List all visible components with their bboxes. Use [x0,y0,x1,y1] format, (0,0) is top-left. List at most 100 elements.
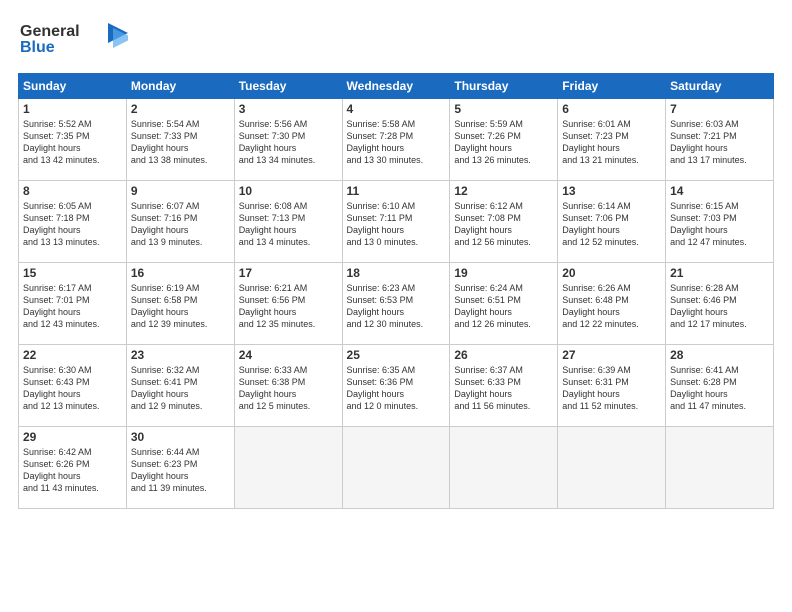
calendar-row: 22 Sunrise: 6:30 AMSunset: 6:43 PMDaylig… [19,345,774,427]
cell-info: Sunrise: 6:15 AMSunset: 7:03 PMDaylight … [670,201,747,247]
day-number: 13 [562,184,661,198]
calendar-cell: 29 Sunrise: 6:42 AMSunset: 6:26 PMDaylig… [19,427,127,509]
day-number: 21 [670,266,769,280]
calendar-cell: 25 Sunrise: 6:35 AMSunset: 6:36 PMDaylig… [342,345,450,427]
calendar-cell [342,427,450,509]
calendar-cell: 27 Sunrise: 6:39 AMSunset: 6:31 PMDaylig… [558,345,666,427]
day-number: 2 [131,102,230,116]
day-number: 17 [239,266,338,280]
day-number: 29 [23,430,122,444]
cell-info: Sunrise: 6:33 AMSunset: 6:38 PMDaylight … [239,365,311,411]
calendar-cell [558,427,666,509]
calendar-body: 1 Sunrise: 5:52 AMSunset: 7:35 PMDayligh… [19,99,774,509]
cell-info: Sunrise: 6:10 AMSunset: 7:11 PMDaylight … [347,201,419,247]
cell-info: Sunrise: 6:44 AMSunset: 6:23 PMDaylight … [131,447,207,493]
calendar-header-row: SundayMondayTuesdayWednesdayThursdayFrid… [19,74,774,99]
calendar-row: 1 Sunrise: 5:52 AMSunset: 7:35 PMDayligh… [19,99,774,181]
calendar-cell: 24 Sunrise: 6:33 AMSunset: 6:38 PMDaylig… [234,345,342,427]
day-header: Friday [558,74,666,99]
header: General Blue [18,18,774,63]
calendar-cell: 14 Sunrise: 6:15 AMSunset: 7:03 PMDaylig… [666,181,774,263]
cell-info: Sunrise: 5:52 AMSunset: 7:35 PMDaylight … [23,119,100,165]
cell-info: Sunrise: 6:21 AMSunset: 6:56 PMDaylight … [239,283,316,329]
calendar-cell: 1 Sunrise: 5:52 AMSunset: 7:35 PMDayligh… [19,99,127,181]
day-number: 11 [347,184,446,198]
cell-info: Sunrise: 6:05 AMSunset: 7:18 PMDaylight … [23,201,100,247]
calendar-cell: 5 Sunrise: 5:59 AMSunset: 7:26 PMDayligh… [450,99,558,181]
logo: General Blue [18,18,128,63]
calendar-cell: 21 Sunrise: 6:28 AMSunset: 6:46 PMDaylig… [666,263,774,345]
calendar-cell [666,427,774,509]
calendar-cell: 7 Sunrise: 6:03 AMSunset: 7:21 PMDayligh… [666,99,774,181]
calendar-cell: 18 Sunrise: 6:23 AMSunset: 6:53 PMDaylig… [342,263,450,345]
cell-info: Sunrise: 6:17 AMSunset: 7:01 PMDaylight … [23,283,100,329]
day-number: 23 [131,348,230,362]
day-number: 9 [131,184,230,198]
cell-info: Sunrise: 6:12 AMSunset: 7:08 PMDaylight … [454,201,531,247]
calendar-cell: 26 Sunrise: 6:37 AMSunset: 6:33 PMDaylig… [450,345,558,427]
cell-info: Sunrise: 6:14 AMSunset: 7:06 PMDaylight … [562,201,639,247]
calendar-cell: 11 Sunrise: 6:10 AMSunset: 7:11 PMDaylig… [342,181,450,263]
calendar-cell: 20 Sunrise: 6:26 AMSunset: 6:48 PMDaylig… [558,263,666,345]
calendar-cell: 17 Sunrise: 6:21 AMSunset: 6:56 PMDaylig… [234,263,342,345]
calendar-cell: 15 Sunrise: 6:17 AMSunset: 7:01 PMDaylig… [19,263,127,345]
calendar-cell: 12 Sunrise: 6:12 AMSunset: 7:08 PMDaylig… [450,181,558,263]
day-number: 16 [131,266,230,280]
day-number: 24 [239,348,338,362]
cell-info: Sunrise: 6:19 AMSunset: 6:58 PMDaylight … [131,283,208,329]
day-header: Tuesday [234,74,342,99]
day-number: 27 [562,348,661,362]
svg-text:Blue: Blue [20,39,55,56]
calendar-cell: 2 Sunrise: 5:54 AMSunset: 7:33 PMDayligh… [126,99,234,181]
cell-info: Sunrise: 6:30 AMSunset: 6:43 PMDaylight … [23,365,100,411]
day-number: 5 [454,102,553,116]
day-number: 18 [347,266,446,280]
calendar-cell: 28 Sunrise: 6:41 AMSunset: 6:28 PMDaylig… [666,345,774,427]
day-header: Sunday [19,74,127,99]
day-number: 7 [670,102,769,116]
cell-info: Sunrise: 5:56 AMSunset: 7:30 PMDaylight … [239,119,316,165]
day-number: 20 [562,266,661,280]
svg-text:General: General [20,23,80,40]
cell-info: Sunrise: 6:32 AMSunset: 6:41 PMDaylight … [131,365,203,411]
calendar-cell: 13 Sunrise: 6:14 AMSunset: 7:06 PMDaylig… [558,181,666,263]
calendar-cell: 23 Sunrise: 6:32 AMSunset: 6:41 PMDaylig… [126,345,234,427]
day-number: 28 [670,348,769,362]
cell-info: Sunrise: 6:37 AMSunset: 6:33 PMDaylight … [454,365,530,411]
calendar-row: 29 Sunrise: 6:42 AMSunset: 6:26 PMDaylig… [19,427,774,509]
page: General Blue SundayMondayTuesdayWednesda… [0,0,792,519]
calendar-cell: 9 Sunrise: 6:07 AMSunset: 7:16 PMDayligh… [126,181,234,263]
calendar-cell: 10 Sunrise: 6:08 AMSunset: 7:13 PMDaylig… [234,181,342,263]
day-number: 1 [23,102,122,116]
cell-info: Sunrise: 6:28 AMSunset: 6:46 PMDaylight … [670,283,747,329]
cell-info: Sunrise: 6:03 AMSunset: 7:21 PMDaylight … [670,119,747,165]
day-number: 12 [454,184,553,198]
day-header: Wednesday [342,74,450,99]
day-number: 8 [23,184,122,198]
logo-text: General Blue [18,18,128,63]
day-number: 19 [454,266,553,280]
day-number: 26 [454,348,553,362]
cell-info: Sunrise: 6:41 AMSunset: 6:28 PMDaylight … [670,365,746,411]
calendar-cell: 16 Sunrise: 6:19 AMSunset: 6:58 PMDaylig… [126,263,234,345]
calendar-cell: 4 Sunrise: 5:58 AMSunset: 7:28 PMDayligh… [342,99,450,181]
cell-info: Sunrise: 5:59 AMSunset: 7:26 PMDaylight … [454,119,531,165]
calendar-cell: 30 Sunrise: 6:44 AMSunset: 6:23 PMDaylig… [126,427,234,509]
day-header: Thursday [450,74,558,99]
cell-info: Sunrise: 6:39 AMSunset: 6:31 PMDaylight … [562,365,638,411]
cell-info: Sunrise: 6:01 AMSunset: 7:23 PMDaylight … [562,119,639,165]
calendar-cell [234,427,342,509]
calendar-cell: 19 Sunrise: 6:24 AMSunset: 6:51 PMDaylig… [450,263,558,345]
cell-info: Sunrise: 6:23 AMSunset: 6:53 PMDaylight … [347,283,424,329]
calendar-row: 15 Sunrise: 6:17 AMSunset: 7:01 PMDaylig… [19,263,774,345]
day-number: 10 [239,184,338,198]
calendar-row: 8 Sunrise: 6:05 AMSunset: 7:18 PMDayligh… [19,181,774,263]
day-number: 30 [131,430,230,444]
day-header: Saturday [666,74,774,99]
day-number: 15 [23,266,122,280]
cell-info: Sunrise: 6:42 AMSunset: 6:26 PMDaylight … [23,447,99,493]
day-number: 6 [562,102,661,116]
calendar-cell: 3 Sunrise: 5:56 AMSunset: 7:30 PMDayligh… [234,99,342,181]
calendar-cell [450,427,558,509]
day-number: 14 [670,184,769,198]
